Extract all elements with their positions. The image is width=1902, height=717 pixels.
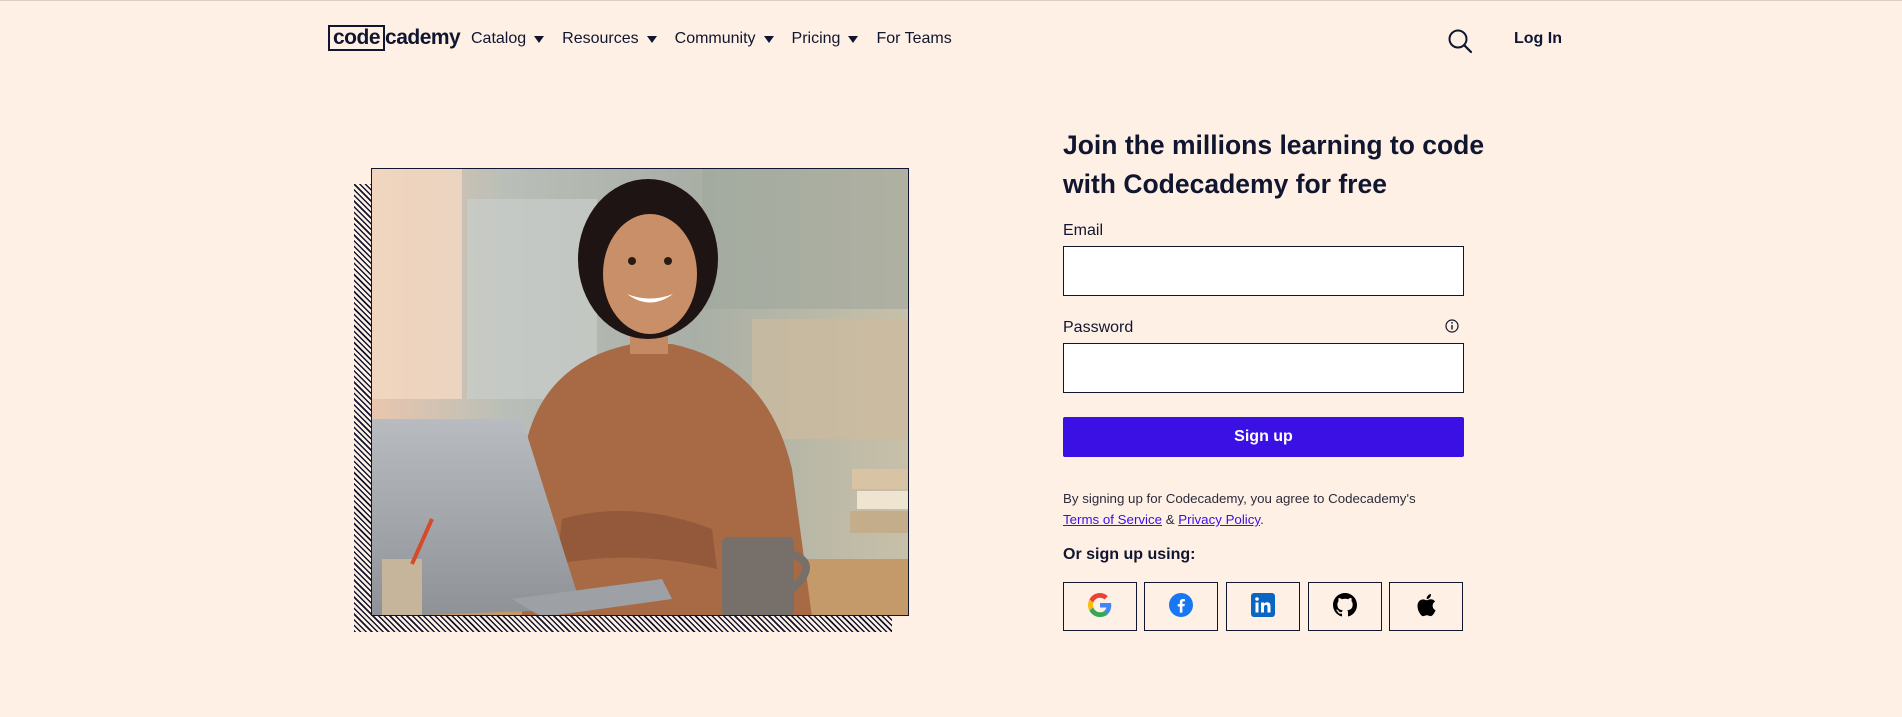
login-link[interactable]: Log In — [1514, 30, 1562, 48]
logo-box-text: code — [328, 25, 386, 51]
terms-prefix: By signing up for Codecademy, you agree … — [1063, 491, 1416, 506]
password-field[interactable] — [1063, 343, 1464, 393]
linkedin-signup-button[interactable] — [1226, 582, 1300, 631]
signup-headline: Join the millions learning to code with … — [1063, 130, 1485, 199]
nav-for-teams[interactable]: For Teams — [876, 30, 951, 48]
terms-of-service-link[interactable]: Terms of Service — [1063, 512, 1162, 527]
caret-down-icon — [646, 35, 657, 43]
caret-down-icon — [534, 35, 545, 43]
logo-rest-text: cademy — [385, 26, 461, 49]
nav-community-label: Community — [674, 30, 756, 47]
caret-down-icon — [763, 35, 774, 43]
or-signup-label: Or sign up using: — [1063, 546, 1196, 563]
github-signup-button[interactable] — [1308, 582, 1382, 631]
signup-button[interactable]: Sign up — [1063, 417, 1464, 457]
info-icon[interactable] — [1445, 319, 1459, 333]
nav-resources-label: Resources — [562, 30, 639, 47]
google-signup-button[interactable] — [1063, 582, 1137, 631]
terms-period: . — [1260, 512, 1264, 527]
google-icon — [1088, 593, 1112, 620]
nav-community[interactable]: Community — [675, 30, 774, 48]
nav-pricing-label: Pricing — [791, 30, 841, 47]
email-input[interactable] — [1064, 247, 1463, 295]
privacy-policy-link[interactable]: Privacy Policy — [1178, 512, 1260, 527]
nav-resources[interactable]: Resources — [562, 30, 657, 48]
email-label: Email — [1063, 222, 1104, 239]
hero-photo — [371, 168, 909, 616]
nav-catalog-label: Catalog — [471, 30, 527, 47]
main-nav: Catalog Resources Community Pricing For … — [471, 26, 970, 52]
facebook-icon — [1169, 593, 1193, 620]
email-field[interactable] — [1063, 246, 1464, 296]
apple-signup-button[interactable] — [1389, 582, 1463, 631]
password-label: Password — [1063, 319, 1134, 336]
password-input[interactable] — [1064, 344, 1463, 392]
search-icon[interactable] — [1447, 28, 1473, 54]
codecademy-logo[interactable]: code cademy — [328, 24, 461, 52]
nav-catalog[interactable]: Catalog — [471, 30, 545, 48]
apple-icon — [1415, 593, 1437, 620]
nav-for-teams-label: For Teams — [876, 30, 952, 47]
terms-amp: & — [1162, 512, 1179, 527]
terms-text: By signing up for Codecademy, you agree … — [1063, 488, 1483, 530]
top-border — [0, 0, 1902, 1]
caret-down-icon — [848, 35, 859, 43]
linkedin-icon — [1251, 593, 1275, 620]
nav-pricing[interactable]: Pricing — [792, 30, 859, 48]
github-icon — [1333, 593, 1357, 620]
facebook-signup-button[interactable] — [1144, 582, 1218, 631]
